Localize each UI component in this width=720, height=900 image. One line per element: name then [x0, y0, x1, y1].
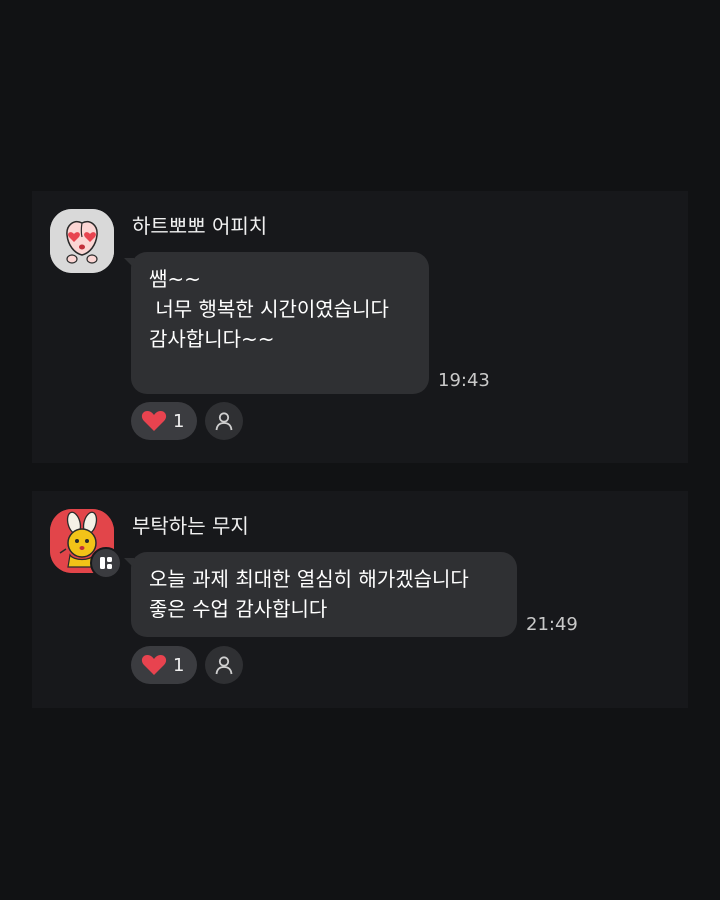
- heart-reaction-button[interactable]: 1: [131, 646, 197, 684]
- message-bubble[interactable]: 오늘 과제 최대한 열심히 해가겠습니다 좋은 수업 감사합니다: [124, 552, 517, 637]
- message-line: 좋은 수업 감사합니다: [149, 597, 328, 621]
- message-line: 너무 행복한 시간이였습니다: [149, 297, 389, 321]
- timestamp: 19:43: [438, 370, 490, 391]
- message-card: 하트뽀뽀 어피치 쌤~~ 너무 행복한 시간이였습니다 감사합니다~~ 19:4…: [32, 191, 688, 463]
- message-line: 오늘 과제 최대한 열심히 해가겠습니다: [149, 567, 469, 591]
- timestamp: 21:49: [526, 614, 578, 635]
- reactors-button[interactable]: [205, 402, 243, 440]
- message-line: 감사합니다~~: [149, 327, 275, 351]
- message-line: 쌤~~: [149, 267, 201, 291]
- peach-avatar-icon: [50, 209, 114, 273]
- board-icon: [100, 557, 112, 569]
- heart-icon: [141, 655, 167, 675]
- sender-name: 하트뽀뽀 어피치: [132, 214, 268, 238]
- person-icon: [215, 656, 233, 675]
- sender-name: 부탁하는 무지: [132, 514, 249, 538]
- person-icon: [215, 412, 233, 431]
- message-card: 부탁하는 무지 오늘 과제 최대한 열심히 해가겠습니다 좋은 수업 감사합니다…: [32, 491, 688, 708]
- reaction-count: 1: [173, 654, 185, 676]
- reactors-button[interactable]: [205, 646, 243, 684]
- reaction-count: 1: [173, 410, 185, 432]
- heart-icon: [141, 411, 167, 431]
- message-bubble[interactable]: 쌤~~ 너무 행복한 시간이였습니다 감사합니다~~: [124, 252, 429, 394]
- heart-reaction-button[interactable]: 1: [131, 402, 197, 440]
- board-badge: [90, 547, 122, 579]
- avatar[interactable]: [50, 209, 114, 273]
